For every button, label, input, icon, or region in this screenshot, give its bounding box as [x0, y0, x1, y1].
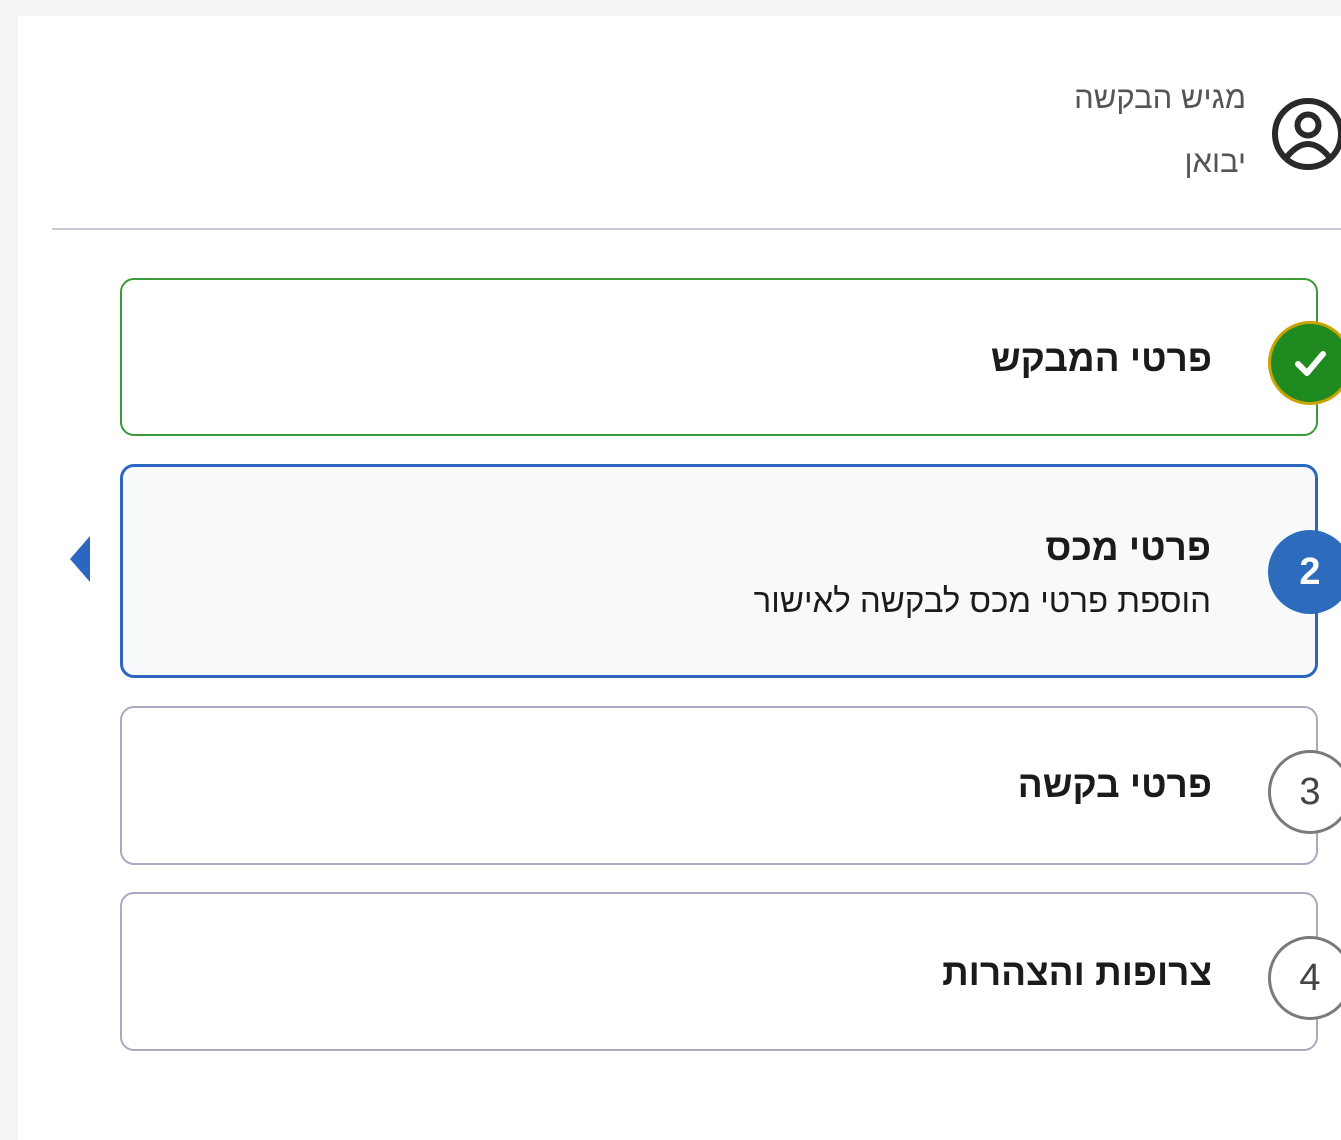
step-card-attachments-declarations[interactable]: צרופות והצהרות — [120, 892, 1318, 1051]
user-circle-icon — [1270, 96, 1341, 172]
step-title: צרופות והצהרות — [942, 952, 1212, 993]
step-card-request-details[interactable]: פרטי בקשה — [120, 706, 1318, 865]
step-number: 2 — [1299, 550, 1321, 593]
active-step-pointer-icon — [70, 536, 90, 582]
wizard-panel: מגיש הבקשה יבואן פרטי המבקש פרטי מכס הוס… — [18, 16, 1341, 1140]
step-title: פרטי המבקש — [990, 338, 1212, 379]
step-number: 3 — [1299, 770, 1321, 813]
step-title: פרטי מכס — [1045, 527, 1211, 568]
applicant-header: מגיש הבקשה יבואן — [18, 16, 1341, 228]
step-subtitle: הוספת פרטי מכס לבקשה לאישור — [753, 582, 1211, 619]
step-card-applicant-details[interactable]: פרטי המבקש — [120, 278, 1318, 436]
step-title: פרטי בקשה — [1017, 764, 1212, 805]
step-card-customs-details[interactable]: פרטי מכס הוספת פרטי מכס לבקשה לאישור — [120, 464, 1318, 678]
applicant-label: מגיש הבקשה — [1074, 80, 1246, 115]
divider — [52, 228, 1341, 230]
applicant-value: יבואן — [1184, 144, 1246, 179]
step-number: 4 — [1299, 956, 1321, 999]
check-icon — [1295, 351, 1326, 376]
